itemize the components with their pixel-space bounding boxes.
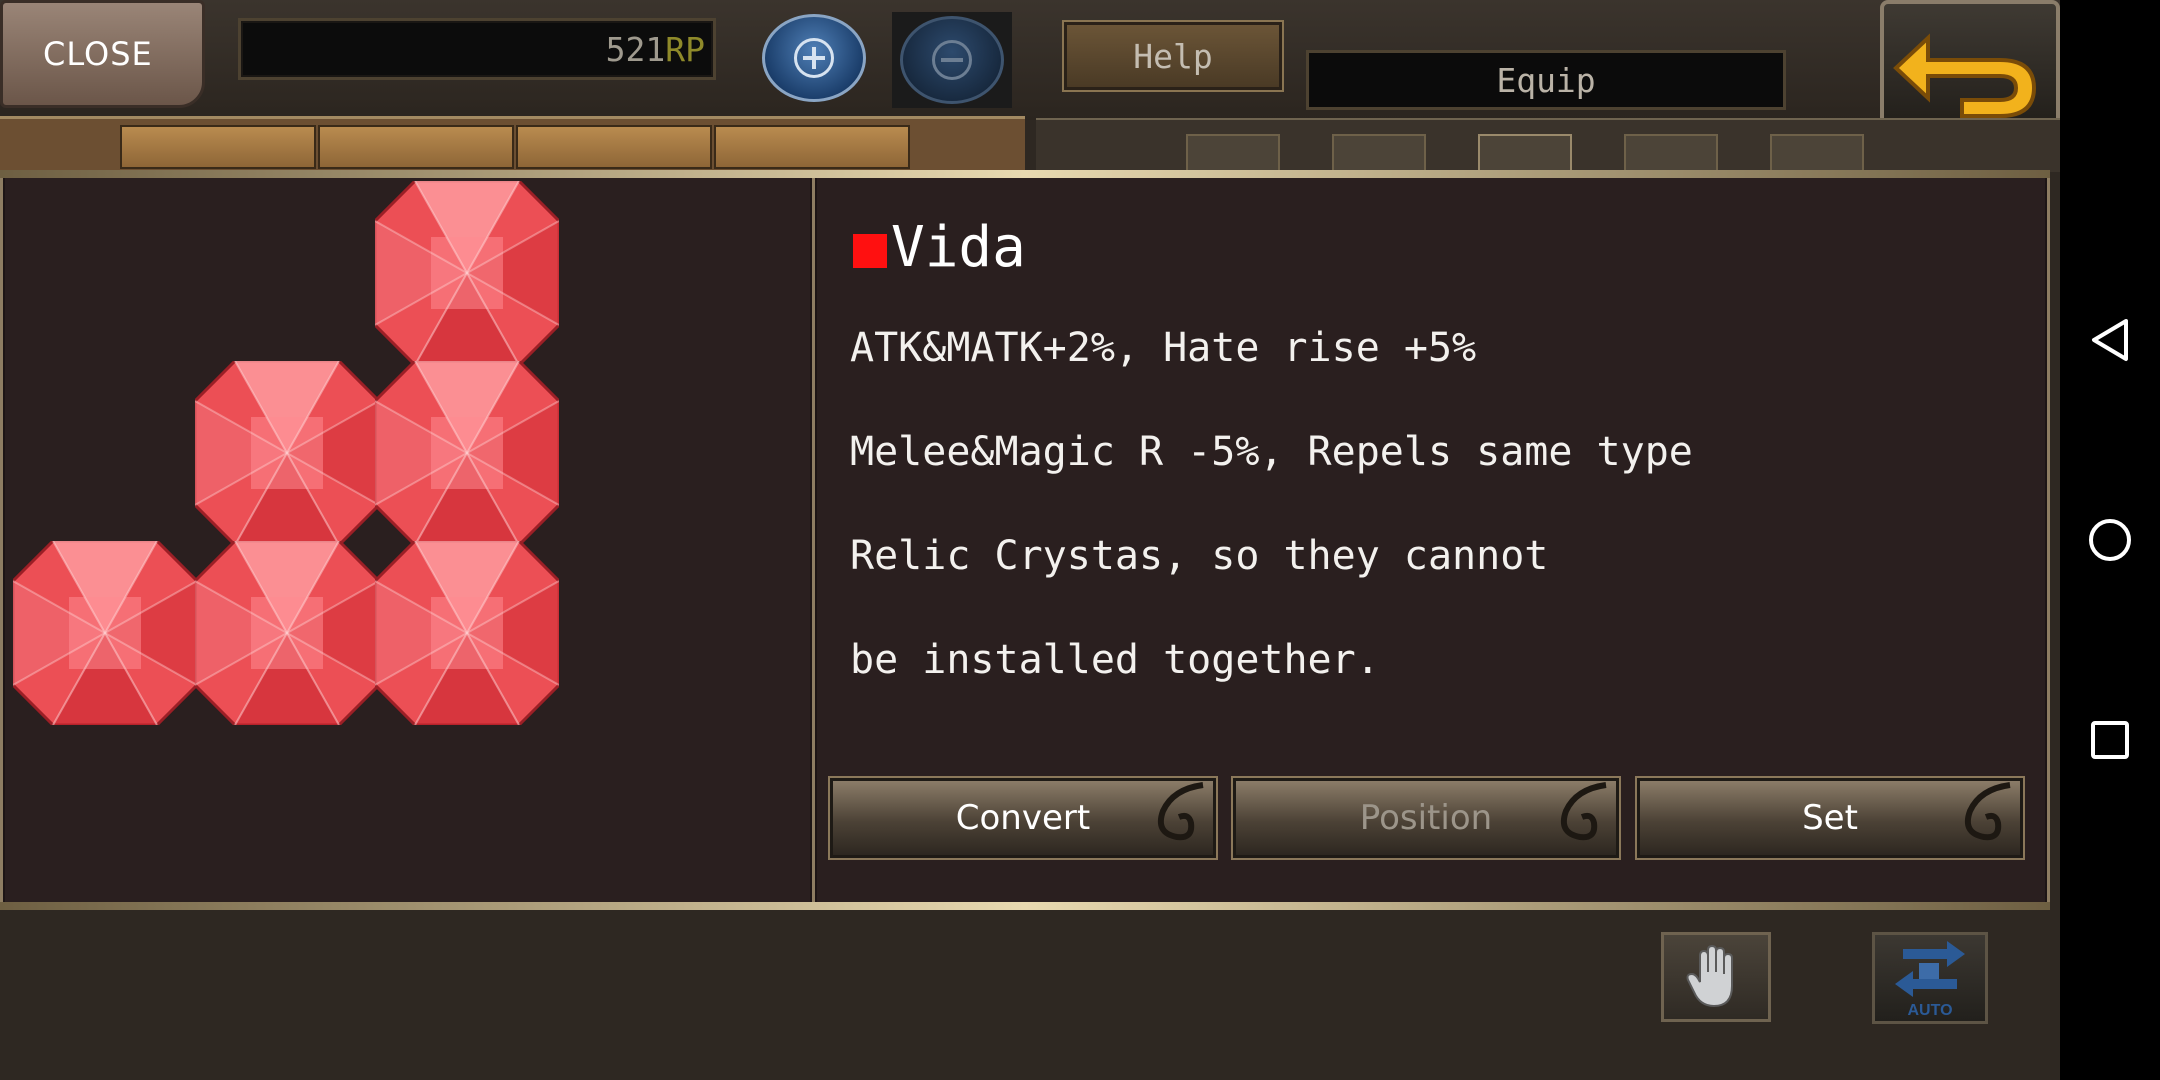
game-screen: CLOSE 521 RP Help Equip Vida ATK&MATK+2%… [0,0,2060,1080]
swirl-ornament-icon [1560,782,1607,841]
tab-crysta[interactable] [1478,134,1572,174]
ornament-cell [516,125,712,169]
rp-counter: 521 RP [238,18,716,80]
tab-item[interactable] [1624,134,1718,174]
zoom-out-slot [892,12,1012,108]
crysta-gem-icon [375,181,559,365]
hand-button[interactable] [1661,932,1771,1022]
tab-weapon[interactable] [1186,134,1280,174]
panel-top-border [0,170,2050,178]
minus-icon [932,40,972,80]
panel-bottom-border [0,902,2050,910]
home-circle-icon [2089,519,2131,561]
zoom-in-button[interactable] [762,14,866,102]
crysta-name: Vida [891,215,1026,280]
nav-home-button[interactable] [2080,510,2140,570]
ornament-cell [318,125,514,169]
swirl-ornament-icon [1157,782,1204,841]
convert-button[interactable]: Convert [828,776,1218,860]
crysta-shape-panel [0,172,815,910]
nav-recents-button[interactable] [2080,710,2140,770]
equip-label: Equip [1306,50,1786,110]
close-button[interactable]: CLOSE [0,0,205,108]
crysta-title: Vida [853,215,1026,280]
nav-back-button[interactable] [2080,310,2140,370]
crysta-detail-panel: Vida ATK&MATK+2%, Hate rise +5% Melee&Ma… [812,172,2050,910]
zoom-out-button[interactable] [900,16,1004,104]
description-line: be installed together. [850,637,1380,683]
ornament-cell [120,125,316,169]
swap-arrows-icon: AUTO [1895,941,1965,1019]
recents-square-icon [2091,721,2129,759]
crysta-gem-icon [375,361,559,545]
crysta-gem-icon [375,541,559,725]
position-button[interactable]: Position [1231,776,1621,860]
tab-accessory[interactable] [1332,134,1426,174]
hand-icon [1686,944,1733,1008]
ornament-cell [714,125,910,169]
category-tabs [1036,118,2060,174]
ornament-strip [0,116,1025,172]
auto-arrange-button[interactable]: AUTO [1872,932,1988,1024]
color-marker [853,233,887,268]
description-line: ATK&MATK+2%, Hate rise +5% [850,325,1477,371]
swirl-ornament-icon [1964,782,2011,841]
help-button[interactable]: Help [1062,20,1284,92]
tab-misc[interactable] [1770,134,1864,174]
auto-label: AUTO [1907,1002,1952,1019]
plus-icon [794,38,834,78]
top-bar: CLOSE 521 RP Help Equip [0,0,2060,142]
rp-unit: RP [665,29,705,69]
system-nav-bar [2060,0,2160,1080]
crysta-gem-icon [13,541,197,725]
crysta-gem-icon [195,361,379,545]
back-triangle-icon [2092,319,2128,361]
rp-value: 521 [605,29,666,69]
description-line: Relic Crystas, so they cannot [850,533,1549,579]
set-button[interactable]: Set [1635,776,2025,860]
crysta-gem-icon [195,541,379,725]
description-line: Melee&Magic R -5%, Repels same type [850,429,1693,475]
